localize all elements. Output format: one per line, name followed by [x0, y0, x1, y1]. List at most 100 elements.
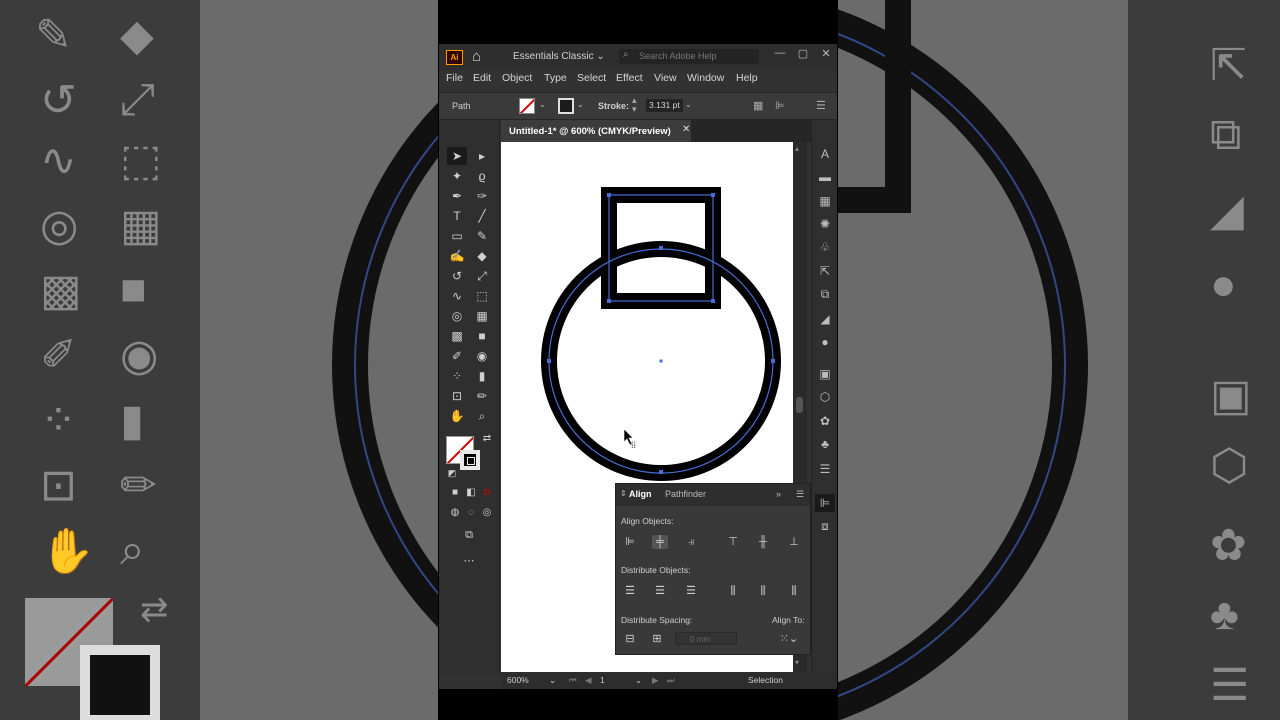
shaper-tool-icon[interactable]: ✍	[447, 247, 467, 265]
align-top-icon[interactable]: ⊤	[725, 535, 741, 549]
maximize-button[interactable]: ▢	[794, 47, 812, 60]
swatches-panel-icon[interactable]: ▦	[815, 192, 835, 210]
menu-object[interactable]: Object	[502, 72, 532, 84]
anchor-point[interactable]	[711, 299, 715, 303]
panel-menu-icon[interactable]: ☰	[816, 99, 826, 112]
first-artboard-icon[interactable]: ⏮	[569, 675, 577, 686]
artboard-tool-icon[interactable]: ⊡	[447, 387, 467, 405]
free-transform-tool-icon[interactable]: ⬚	[472, 287, 492, 305]
last-artboard-icon[interactable]: ⏭	[667, 675, 675, 686]
shape-builder-tool-icon[interactable]: ◎	[447, 307, 467, 325]
align-options-icon[interactable]: ⊫	[775, 99, 785, 112]
align-horizontal-center-icon[interactable]: ╪	[652, 535, 668, 549]
menu-effect[interactable]: Effect	[616, 72, 643, 84]
gradient-panel-icon[interactable]: ▬	[815, 168, 835, 186]
panel-menu-icon[interactable]: ☰	[796, 489, 804, 500]
pathfinder-panel-icon[interactable]: ⧈	[815, 517, 835, 535]
workspace-switcher[interactable]: Essentials Classic ⌄	[513, 51, 605, 62]
selection-tool-icon[interactable]: ➤	[447, 147, 467, 165]
scale-tool-icon[interactable]: ⤢	[472, 267, 492, 285]
perspective-grid-tool-icon[interactable]: ▦	[472, 307, 492, 325]
next-artboard-icon[interactable]: ▶	[652, 675, 659, 686]
eyedropper-tool-icon[interactable]: ✐	[447, 347, 467, 365]
artboard-number[interactable]: 1	[600, 675, 605, 685]
zoom-tool-icon[interactable]: ⌕	[472, 407, 492, 425]
menu-file[interactable]: File	[446, 72, 463, 84]
menu-type[interactable]: Type	[544, 72, 567, 84]
anchor-point[interactable]	[659, 246, 663, 250]
menu-view[interactable]: View	[654, 72, 677, 84]
brushes-panel-icon[interactable]: ✺	[815, 215, 835, 233]
align-panel-icon[interactable]: ⊫	[815, 494, 835, 512]
vertical-distribute-space-icon[interactable]: ⊟	[622, 632, 638, 646]
previous-artboard-icon[interactable]: ◀	[585, 675, 592, 686]
stroke-swatch-control[interactable]	[558, 98, 574, 114]
symbol-sprayer-tool-icon[interactable]: ⁘	[447, 367, 467, 385]
close-window-button[interactable]: ✕	[817, 47, 835, 60]
paintbrush-tool-icon[interactable]: ✎	[472, 227, 492, 245]
magic-wand-tool-icon[interactable]: ✦	[447, 167, 467, 185]
chevron-down-icon[interactable]: ⌄	[549, 675, 556, 686]
transform-panel-icon[interactable]: ⧉	[815, 285, 835, 303]
align-left-icon[interactable]: ⊫	[622, 535, 638, 549]
blend-tool-icon[interactable]: ◉	[472, 347, 492, 365]
distribute-bottom-icon[interactable]: ☰	[683, 584, 699, 598]
distribute-vertical-center-icon[interactable]: ☰	[652, 584, 668, 598]
arrange-icon[interactable]: ▦	[753, 99, 763, 112]
curvature-tool-icon[interactable]: ✑	[472, 187, 492, 205]
scroll-up-icon[interactable]: ▴	[795, 144, 799, 153]
fill-swatch-control[interactable]	[519, 98, 535, 114]
color-guide-panel-icon[interactable]: ✿	[815, 412, 835, 430]
gradient-tool-icon[interactable]: ■	[472, 327, 492, 345]
more-tools-icon[interactable]: ⋯	[459, 552, 479, 570]
tab-align[interactable]: Align	[629, 489, 652, 499]
minimize-button[interactable]: —	[771, 47, 789, 59]
hand-tool-icon[interactable]: ✋	[447, 407, 467, 425]
menu-help[interactable]: Help	[736, 72, 758, 84]
distribute-horizontal-center-icon[interactable]: ⫼	[755, 584, 771, 598]
eraser-tool-icon[interactable]: ◆	[472, 247, 492, 265]
menu-window[interactable]: Window	[687, 72, 724, 84]
appearance-panel-icon[interactable]: ●	[815, 333, 835, 351]
anchor-point[interactable]	[771, 359, 775, 363]
transparency-panel-icon[interactable]: ◢	[815, 310, 835, 328]
rectangle-tool-icon[interactable]: ▭	[447, 227, 467, 245]
column-graph-tool-icon[interactable]: ▮	[472, 367, 492, 385]
anchor-point[interactable]	[659, 470, 663, 474]
stroke-color-swatch[interactable]	[460, 450, 480, 470]
anchor-point[interactable]	[607, 299, 611, 303]
direct-selection-tool-icon[interactable]: ▸	[472, 147, 492, 165]
chevron-down-icon[interactable]: ⌄	[539, 100, 546, 109]
width-tool-icon[interactable]: ∿	[447, 287, 467, 305]
distribute-top-icon[interactable]: ☰	[622, 584, 638, 598]
layers-panel-icon[interactable]: ▣	[815, 365, 835, 383]
character-panel-icon[interactable]: A	[815, 145, 835, 163]
collapse-panel-icon[interactable]: »	[776, 489, 781, 499]
none-mode-icon[interactable]: ⊘	[477, 484, 497, 502]
stroke-stepper-icon[interactable]: ▴ ▾	[632, 96, 637, 114]
draw-inside-icon[interactable]: ◎	[477, 504, 497, 522]
type-tool-icon[interactable]: T	[447, 207, 467, 225]
chevron-down-icon[interactable]: ⌄	[685, 100, 692, 109]
anchor-point[interactable]	[711, 193, 715, 197]
menu-edit[interactable]: Edit	[473, 72, 491, 84]
rotate-tool-icon[interactable]: ↺	[447, 267, 467, 285]
zoom-level[interactable]: 600%	[507, 675, 529, 685]
stroke-weight-input[interactable]: 3.131 pt	[646, 99, 683, 112]
distribute-left-icon[interactable]: ⫼	[725, 584, 741, 598]
line-tool-icon[interactable]: ╱	[472, 207, 492, 225]
align-right-icon[interactable]: ⫣	[683, 535, 699, 549]
home-icon[interactable]: ⌂	[472, 48, 481, 65]
export-panel-icon[interactable]: ⇱	[815, 262, 835, 280]
help-search-field[interactable]: ⌕ Search Adobe Help	[619, 49, 759, 64]
chevron-down-icon[interactable]: ⌄	[635, 675, 642, 686]
distribute-right-icon[interactable]: ⫼	[786, 584, 802, 598]
horizontal-distribute-space-icon[interactable]: ⊞	[649, 632, 665, 646]
document-tab[interactable]: Untitled-1* @ 600% (CMYK/Preview) ✕	[501, 120, 691, 142]
puppet-warp-panel-icon[interactable]: ♣	[815, 435, 835, 453]
anchor-point[interactable]	[547, 359, 551, 363]
3d-panel-icon[interactable]: ⬡	[815, 388, 835, 406]
align-vertical-center-icon[interactable]: ╫	[755, 535, 771, 549]
symbols-panel-icon[interactable]: ♧	[815, 238, 835, 256]
scrollbar-thumb[interactable]	[796, 397, 803, 413]
